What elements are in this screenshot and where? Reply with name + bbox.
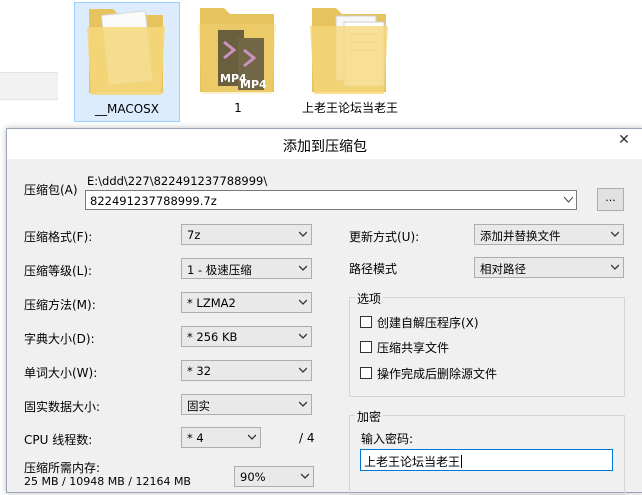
archive-name-field[interactable]: 822491237788999.7z (85, 190, 577, 210)
folder-item-macosx[interactable]: __MACOSX (74, 2, 180, 122)
dialog-titlebar: 添加到压缩包 ✕ (7, 129, 642, 159)
threads-label: CPU 线程数: (24, 433, 93, 447)
chevron-down-icon (299, 367, 307, 373)
encryption-group-title: 加密 (355, 408, 384, 425)
archive-path: E:\ddd\227\822491237788999\ (87, 174, 268, 188)
folder-item-1[interactable]: MP4 MP4 1 (186, 2, 290, 120)
chevron-down-icon (299, 401, 307, 407)
folder-files-icon (310, 8, 388, 94)
folder-item-laowang[interactable]: 上老王论坛当老王 (298, 2, 402, 120)
threads-total: / 4 (299, 431, 315, 445)
word-select[interactable]: * 32 (181, 360, 312, 381)
chevron-down-icon (299, 265, 307, 271)
chevron-down-icon (611, 231, 619, 237)
update-value: 添加并替换文件 (480, 229, 561, 243)
folder-label: __MACOSX (94, 102, 159, 116)
close-button[interactable]: ✕ (609, 129, 639, 151)
folder-label: 上老王论坛当老王 (301, 101, 398, 115)
shared-files-label: 压缩共享文件 (377, 341, 450, 355)
chevron-down-icon (299, 231, 307, 237)
level-value: 1 - 极速压缩 (187, 263, 252, 277)
method-select[interactable]: * LZMA2 (181, 292, 312, 313)
method-value: * LZMA2 (187, 296, 236, 310)
password-input[interactable]: 上老王论坛当老王 (360, 449, 613, 471)
dict-value: * 256 KB (187, 330, 238, 344)
chevron-down-icon (248, 434, 256, 440)
format-select[interactable]: 7z (181, 224, 312, 245)
chevron-down-icon[interactable] (564, 196, 573, 203)
text-caret (461, 455, 463, 468)
chevron-down-icon (299, 299, 307, 305)
dict-select[interactable]: * 256 KB (181, 326, 312, 347)
password-value: 上老王论坛当老王 (364, 455, 463, 469)
delete-after-checkbox[interactable] (360, 367, 372, 379)
add-to-archive-dialog: 添加到压缩包 ✕ 压缩包(A) E:\ddd\227\8224912377889… (6, 128, 642, 495)
folder-label: 1 (234, 101, 242, 115)
explorer-left-pane (0, 0, 74, 128)
shared-files-checkbox[interactable] (360, 341, 372, 353)
archive-label: 压缩包(A) (24, 183, 78, 197)
path-mode-label: 路径模式 (349, 262, 398, 276)
path-mode-value: 相对路径 (480, 262, 526, 276)
archive-name-value: 822491237788999.7z (90, 194, 217, 208)
delete-after-label: 操作完成后删除源文件 (377, 367, 498, 381)
explorer-nav-strip (0, 72, 58, 100)
threads-value: * 4 (187, 431, 204, 445)
update-select[interactable]: 添加并替换文件 (474, 224, 624, 245)
chevron-down-icon (299, 333, 307, 339)
word-value: * 32 (187, 364, 212, 378)
options-group-title: 选项 (355, 290, 384, 307)
path-mode-select[interactable]: 相对路径 (474, 257, 624, 278)
format-value: 7z (187, 228, 201, 242)
method-label: 压缩方法(M): (24, 298, 96, 312)
folder-mp4-icon: MP4 MP4 (198, 8, 276, 94)
chevron-down-icon (611, 264, 619, 270)
solid-label: 固实数据大小: (24, 400, 101, 414)
solid-value: 固实 (187, 399, 210, 413)
word-label: 单词大小(W): (24, 366, 98, 380)
level-select[interactable]: 1 - 极速压缩 (181, 258, 312, 279)
browse-button[interactable]: ... (597, 188, 624, 211)
chevron-down-icon (301, 473, 309, 479)
folder-document-icon (87, 9, 165, 95)
sfx-checkbox[interactable] (360, 316, 372, 328)
memory-percent-select[interactable]: 90% (234, 466, 314, 487)
dialog-title: 添加到压缩包 (283, 139, 367, 155)
update-label: 更新方式(U): (349, 230, 420, 244)
password-label: 输入密码: (361, 432, 414, 446)
memory-label: 压缩所需内存: (24, 461, 101, 475)
solid-select[interactable]: 固实 (181, 394, 312, 415)
sfx-label: 创建自解压程序(X) (377, 316, 479, 330)
memory-percent-value: 90% (240, 470, 266, 484)
format-label: 压缩格式(F): (24, 230, 93, 244)
memory-values: 25 MB / 10948 MB / 12164 MB (24, 475, 191, 488)
dict-label: 字典大小(D): (24, 332, 95, 346)
mp4-overlay-text: MP4 (240, 78, 267, 91)
threads-select[interactable]: * 4 (181, 427, 261, 448)
level-label: 压缩等级(L): (24, 264, 93, 278)
